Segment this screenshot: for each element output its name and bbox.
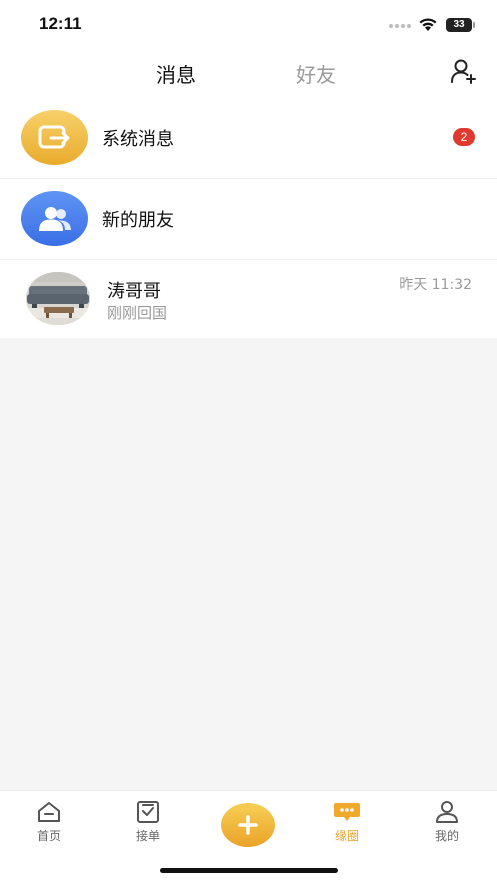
home-indicator [160,868,338,873]
profile-icon [436,801,458,823]
chat-name: 涛哥哥 [107,281,161,302]
tab-label: 我的 [434,829,459,843]
tab-label: 缘圈 [334,829,359,843]
avatar [26,272,90,325]
tab-label: 接单 [135,829,160,843]
system-messages-title: 系统消息 [102,129,174,150]
add-button[interactable] [221,803,275,847]
status-time: 12:11 [39,14,82,33]
tab-home[interactable]: 首页 [19,801,79,844]
battery-icon: 33 [446,18,475,32]
home-icon [38,802,60,822]
tab-messages[interactable]: 消息 [156,59,196,88]
chat-item[interactable]: 涛哥哥 刚刚回国 昨天 11:32 [0,260,497,338]
tab-circle[interactable]: 缘圈 [317,801,377,844]
plus-icon [238,815,258,835]
chat-preview: 刚刚回国 [107,304,168,322]
header: 消息 好友 [0,48,497,99]
tab-orders[interactable]: 接单 [118,801,178,844]
person-add-icon[interactable] [450,58,478,86]
system-message-icon [21,110,88,165]
tab-label: 首页 [36,829,61,843]
wifi-icon [419,18,437,31]
unread-badge: 2 [453,128,475,146]
tab-friends[interactable]: 好友 [296,59,336,88]
cellular-signal-icon [389,24,411,28]
list-item-system-messages[interactable]: 系统消息 2 [0,98,497,179]
chat-bubble-icon [334,803,360,821]
chat-time: 昨天 11:32 [399,277,472,293]
status-bar: 12:11 33 [0,0,497,48]
tab-mine[interactable]: 我的 [417,801,477,844]
order-check-icon [137,801,159,823]
users-icon [21,191,88,246]
message-list: 系统消息 2 新的朋友 涛哥哥 刚刚回国 昨天 11:32 [0,98,497,338]
list-item-new-friends[interactable]: 新的朋友 [0,179,497,260]
new-friends-title: 新的朋友 [102,210,174,231]
